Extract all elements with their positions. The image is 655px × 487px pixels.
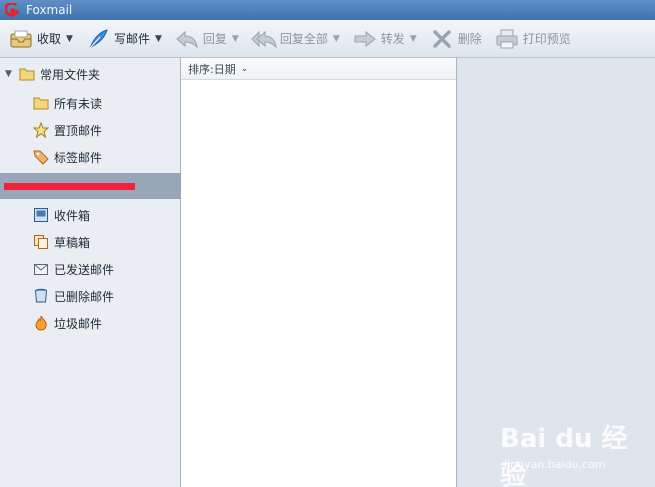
sidebar-item-label: 已删除邮件 xyxy=(54,289,115,304)
sidebar-item-drafts[interactable]: 草稿箱 xyxy=(0,229,181,255)
print-preview-label: 打印预览 xyxy=(522,32,571,46)
sort-label[interactable]: 排序:日期 xyxy=(188,61,236,77)
sent-icon xyxy=(33,261,49,277)
reply-all-button[interactable]: 回复全部 ▼ xyxy=(247,24,344,54)
sort-bar[interactable]: 排序:日期 ⌄ xyxy=(181,58,456,80)
reply-arrow-icon xyxy=(174,28,200,50)
delete-x-icon xyxy=(429,28,455,50)
receive-button[interactable]: 收取 ▼ xyxy=(4,24,77,54)
folder-sidebar: ▼ 常用文件夹 所有未读 置顶邮件 标签邮件 收件箱 草稿箱 已发送邮件 已删除… xyxy=(0,58,181,487)
receive-mail-icon xyxy=(8,28,34,50)
receive-label: 收取 xyxy=(37,32,62,46)
forward-label: 转发 xyxy=(380,32,405,46)
inbox-icon xyxy=(33,207,49,223)
reply-label: 回复 xyxy=(202,32,227,46)
sidebar-item-pinned[interactable]: 置顶邮件 xyxy=(0,117,181,143)
forward-button[interactable]: 转发 ▼ xyxy=(348,24,421,54)
message-list[interactable]: 排序:日期 ⌄ xyxy=(181,58,457,487)
forward-arrow-icon xyxy=(352,28,378,50)
star-icon xyxy=(33,122,49,138)
junk-icon xyxy=(33,315,49,331)
folder-group-label: 常用文件夹 xyxy=(40,67,101,82)
sidebar-item-label: 已发送邮件 xyxy=(54,262,115,277)
compose-button[interactable]: 写邮件 ▼ xyxy=(81,24,166,54)
foxmail-logo-icon xyxy=(4,2,20,18)
baidu-jingyan-watermark: Bai du 经验 jingyan.baidu.com xyxy=(500,418,650,487)
watermark-brand: Bai du 经验 xyxy=(500,424,628,487)
trash-icon xyxy=(33,288,49,304)
watermark-url: jingyan.baidu.com xyxy=(504,458,606,471)
compose-label: 写邮件 xyxy=(113,32,150,46)
print-preview-button[interactable]: 打印预览 xyxy=(490,24,575,54)
compose-dropdown-icon[interactable]: ▼ xyxy=(155,34,162,44)
reply-all-arrow-icon xyxy=(251,28,277,50)
reply-all-dropdown-icon[interactable]: ▼ xyxy=(333,34,340,44)
sidebar-item-deleted[interactable]: 已删除邮件 xyxy=(0,283,181,309)
reply-dropdown-icon[interactable]: ▼ xyxy=(232,34,239,44)
tag-icon xyxy=(33,149,49,165)
sidebar-item-label: 草稿箱 xyxy=(54,235,91,250)
app-title: Foxmail xyxy=(26,3,73,17)
sidebar-item-label: 收件箱 xyxy=(54,208,91,223)
forward-dropdown-icon[interactable]: ▼ xyxy=(410,34,417,44)
sidebar-item-sent[interactable]: 已发送邮件 xyxy=(0,256,181,282)
toolbar: 收取 ▼ 写邮件 ▼ 回复 ▼ 回复全部 ▼ 转发 ▼ 删除 打印预览 xyxy=(0,20,655,58)
drafts-icon xyxy=(33,234,49,250)
sidebar-item-inbox[interactable]: 收件箱 xyxy=(0,202,181,228)
folder-icon xyxy=(33,95,49,111)
delete-button[interactable]: 删除 xyxy=(425,24,486,54)
folder-icon xyxy=(19,66,35,82)
sidebar-item-junk[interactable]: 垃圾邮件 xyxy=(0,310,181,336)
sort-chevron-down-icon[interactable]: ⌄ xyxy=(241,64,249,74)
title-bar: Foxmail xyxy=(0,0,655,20)
delete-label: 删除 xyxy=(457,32,482,46)
sidebar-item-all-unread[interactable]: 所有未读 xyxy=(0,90,181,116)
collapse-triangle-icon[interactable]: ▼ xyxy=(5,69,15,79)
redaction-bar xyxy=(4,183,135,190)
printer-icon xyxy=(494,28,520,50)
sidebar-item-label: 标签邮件 xyxy=(54,150,103,165)
folder-group-common[interactable]: ▼ 常用文件夹 xyxy=(0,61,181,87)
sidebar-item-label: 置顶邮件 xyxy=(54,123,103,138)
sidebar-item-label: 垃圾邮件 xyxy=(54,316,103,331)
receive-dropdown-icon[interactable]: ▼ xyxy=(66,34,73,44)
sidebar-item-label: 所有未读 xyxy=(54,96,103,111)
account-row-selected[interactable] xyxy=(0,173,181,199)
reply-button[interactable]: 回复 ▼ xyxy=(170,24,243,54)
feather-pen-icon xyxy=(85,28,111,50)
sidebar-item-tagged[interactable]: 标签邮件 xyxy=(0,144,181,170)
reply-all-label: 回复全部 xyxy=(279,32,328,46)
